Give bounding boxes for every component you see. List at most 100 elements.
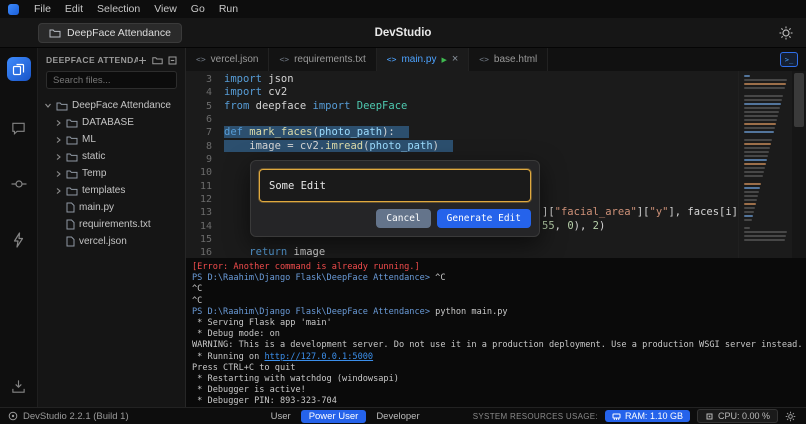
chevron-right-icon	[54, 187, 62, 195]
code-file-icon: <>	[196, 55, 206, 64]
tree-item-label: DATABASE	[82, 117, 134, 128]
menu-item-edit[interactable]: Edit	[58, 0, 90, 18]
run-file-icon[interactable]: ▶	[441, 56, 446, 64]
terminal-line: * Restarting with watchdog (windowsapi)	[192, 374, 800, 385]
explorer-header: DEEPFACE ATTENDANCE	[38, 48, 185, 69]
app-logo-icon[interactable]	[8, 4, 19, 15]
code-file-icon: <>	[279, 55, 289, 64]
terminal-line: ^C	[192, 284, 800, 295]
download-icon[interactable]	[10, 377, 28, 395]
tab-base-html[interactable]: <>base.html	[469, 48, 548, 71]
tab-requirements-txt[interactable]: <> requirements.txt	[269, 48, 376, 71]
tree-item-requirements-txt[interactable]: requirements.txt	[38, 216, 185, 233]
minimap-line	[744, 115, 778, 117]
file-icon	[66, 236, 75, 247]
cpu-icon	[705, 412, 714, 421]
minimap-line	[744, 127, 775, 129]
tab-label: requirements.txt	[294, 54, 366, 65]
new-file-icon[interactable]	[138, 56, 147, 65]
menu-item-selection[interactable]: Selection	[90, 0, 147, 18]
terminal-line: * Debug mode: on	[192, 329, 800, 340]
chevron-right-icon	[54, 170, 62, 178]
line-number: 4	[186, 86, 212, 99]
close-tab-icon[interactable]: ×	[452, 54, 458, 65]
line-number: 9	[186, 153, 212, 166]
tree-item-main-py[interactable]: main.py	[38, 199, 185, 216]
edit-instruction-input[interactable]	[259, 169, 531, 202]
code-line	[224, 113, 806, 126]
folder-icon	[66, 186, 78, 196]
folder-icon	[66, 135, 78, 145]
app-window: FileEditSelectionViewGoRun DeepFace Atte…	[0, 0, 806, 424]
menu-item-run[interactable]: Run	[212, 0, 245, 18]
tree-item-label: ML	[82, 134, 96, 145]
role-power-user[interactable]: Power User	[301, 410, 367, 423]
theme-toggle-icon[interactable]	[778, 25, 794, 41]
minimap-line	[744, 87, 785, 89]
scrollbar-thumb[interactable]	[794, 73, 804, 127]
tree-item-ml[interactable]: ML	[38, 131, 185, 148]
tree-item-label: templates	[82, 185, 125, 196]
folder-icon	[66, 169, 78, 179]
terminal-line: WARNING: This is a development server. D…	[192, 340, 800, 351]
tree-item-templates[interactable]: templates	[38, 182, 185, 199]
collapse-all-icon[interactable]	[168, 56, 177, 65]
code-line: image = cv2.imread(photo_path)	[224, 140, 806, 153]
line-number: 13	[186, 206, 212, 219]
lightning-icon[interactable]	[10, 231, 28, 249]
cancel-button[interactable]: Cancel	[376, 209, 430, 228]
minimap-line	[744, 235, 786, 237]
chat-icon[interactable]	[10, 119, 28, 137]
minimap-line	[744, 195, 758, 197]
menu-item-file[interactable]: File	[27, 0, 58, 18]
version-label: DevStudio 2.2.1 (Build 1)	[23, 411, 129, 422]
terminal-link[interactable]: http://127.0.0.1:5000	[264, 352, 373, 362]
code-editor[interactable]: 345678910111213141516 import jsonimport …	[186, 71, 806, 258]
line-number: 14	[186, 220, 212, 233]
tree-item-deepface-attendance[interactable]: DeepFace Attendance	[38, 97, 185, 114]
chevron-right-icon	[54, 153, 62, 161]
status-bar: DevStudio 2.2.1 (Build 1) User Power User…	[0, 407, 806, 424]
search-input[interactable]	[46, 71, 177, 89]
tree-item-database[interactable]: DATABASE	[38, 114, 185, 131]
file-tree: DeepFace Attendance DATABASE ML staticTemp t…	[38, 95, 185, 407]
tab-vercel-json[interactable]: <>vercel.json	[186, 48, 269, 71]
minimap-line	[744, 79, 787, 81]
terminal-panel[interactable]: [Error: Another command is already runni…	[186, 258, 806, 407]
tree-item-static[interactable]: static	[38, 148, 185, 165]
line-number: 8	[186, 140, 212, 153]
minimap-line	[744, 155, 768, 157]
terminal-toggle-icon[interactable]: >_	[780, 52, 798, 67]
code-line: return image	[224, 246, 806, 258]
menu-items: FileEditSelectionViewGoRun	[27, 0, 245, 18]
generate-edit-button[interactable]: Generate Edit	[437, 209, 531, 228]
resources-label: SYSTEM RESOURCES USAGE:	[473, 412, 598, 421]
minimap-line	[744, 167, 765, 169]
tree-item-label: DeepFace Attendance	[72, 100, 171, 111]
tree-item-vercel-json[interactable]: vercel.json	[38, 233, 185, 250]
minimap[interactable]	[738, 71, 792, 258]
terminal-line: * Serving Flask app 'main'	[192, 318, 800, 329]
new-folder-icon[interactable]	[152, 56, 163, 65]
minimap-line	[744, 191, 759, 193]
line-number: 5	[186, 100, 212, 113]
minimap-line	[744, 163, 766, 165]
line-number: 12	[186, 193, 212, 206]
tab-main-py[interactable]: <>main.py▶×	[377, 48, 469, 71]
tree-item-label: vercel.json	[79, 236, 127, 247]
terminal-line: ^C	[192, 296, 800, 307]
editor-scrollbar[interactable]	[792, 71, 806, 258]
minimap-line	[744, 83, 786, 85]
line-number: 11	[186, 180, 212, 193]
role-user[interactable]: User	[271, 411, 291, 422]
files-explorer-icon[interactable]	[7, 57, 31, 81]
minimap-line	[744, 231, 787, 233]
gear-icon[interactable]	[785, 411, 796, 422]
code-file-icon: <>	[479, 55, 489, 64]
tree-item-temp[interactable]: Temp	[38, 165, 185, 182]
menu-item-view[interactable]: View	[147, 0, 184, 18]
menu-item-go[interactable]: Go	[184, 0, 212, 18]
role-developer[interactable]: Developer	[376, 411, 419, 422]
project-button[interactable]: DeepFace Attendance	[38, 23, 182, 43]
source-control-icon[interactable]	[10, 175, 28, 193]
